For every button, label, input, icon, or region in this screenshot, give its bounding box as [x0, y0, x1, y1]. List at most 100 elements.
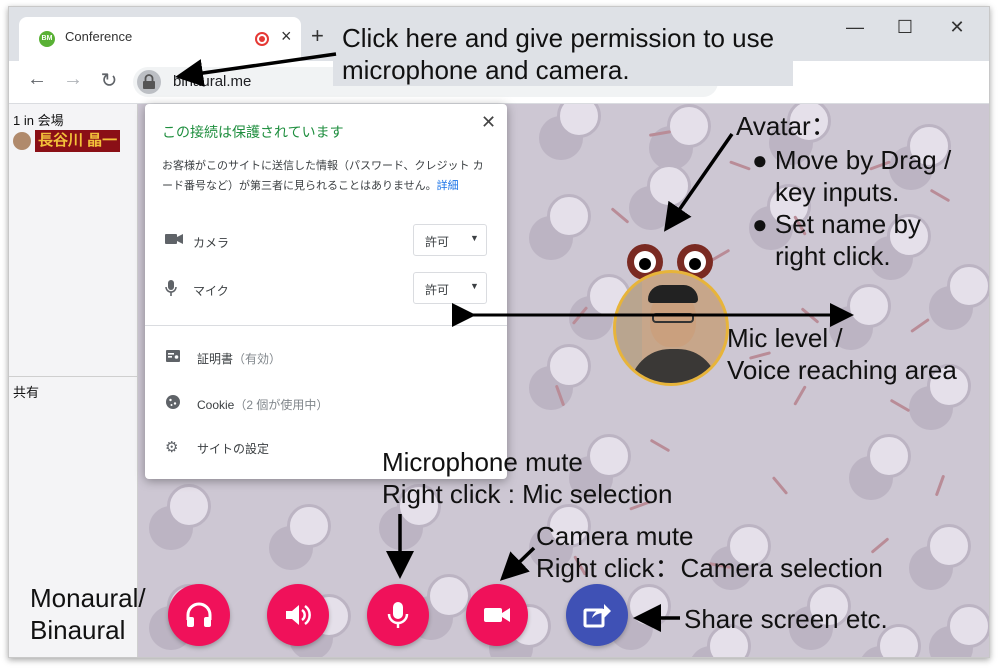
camera-permission-value: 許可	[425, 235, 450, 249]
participant-name: 長谷川 晶一	[35, 130, 121, 152]
permission-mic-row: マイク 許可 ▼	[145, 270, 507, 310]
mic-level-annotation-line1: Mic level /	[727, 323, 843, 353]
videocam-icon	[165, 232, 183, 248]
connection-secure-title: この接続は保護されています	[162, 124, 344, 140]
mic-level-annotation-line2: Voice reaching area	[727, 355, 957, 385]
bg-dash	[910, 317, 930, 334]
mic-permission-value: 許可	[425, 283, 450, 297]
bg-ring	[947, 264, 989, 308]
monaural-annotation-line2: Binaural	[30, 615, 126, 645]
camera-mute-annotation-line1: Camera mute	[536, 521, 694, 551]
bg-ring	[287, 504, 331, 548]
maximize-icon[interactable]: ☐	[895, 17, 915, 38]
permission-annotation-line1: Click here and give permission to use	[342, 23, 775, 53]
bg-ring	[547, 194, 591, 238]
camera-mute-annotation-line2: Right click：Camera selection	[536, 553, 883, 583]
gear-icon: ⚙	[165, 439, 179, 456]
bg-ring	[647, 164, 691, 208]
minimize-icon[interactable]: —	[845, 17, 865, 38]
site-settings-label: サイトの設定	[197, 442, 270, 456]
participants-panel: 1 in 会場 長谷川 晶一 共有	[9, 104, 138, 657]
bg-ring	[947, 604, 989, 648]
camera-mute-button[interactable]	[466, 584, 528, 646]
tab-title: Conference	[65, 29, 133, 44]
connection-description: お客様がこのサイトに送信した情報（パスワード、クレジット カード番号など）が第三…	[162, 156, 492, 196]
monaural-annotation-line1: Monaural/	[30, 583, 146, 613]
headphones-icon	[186, 602, 212, 627]
avatar-annotation-title: Avatar：	[736, 111, 837, 141]
bg-dash	[929, 188, 951, 203]
back-icon[interactable]: ←	[25, 68, 49, 91]
user-avatar[interactable]	[609, 244, 733, 394]
bg-ring	[867, 434, 911, 478]
videocam-icon	[484, 608, 510, 622]
certificate-label: 証明書	[197, 352, 234, 366]
bg-ring	[547, 344, 591, 388]
certificate-row[interactable]: 証明書（有効）	[145, 342, 507, 372]
bg-ring	[587, 434, 631, 478]
cookie-count: （2 個が使用中）	[234, 398, 329, 412]
bg-dash	[729, 160, 751, 171]
avatar-annotation-b2-line2: right click.	[775, 241, 891, 271]
bg-dash	[793, 385, 807, 406]
bg-ring	[167, 484, 211, 528]
forward-icon[interactable]: →	[61, 68, 85, 91]
headphones-button[interactable]	[168, 584, 230, 646]
bg-ring	[627, 584, 671, 628]
mic-mute-annotation-line2: Right click : Mic selection	[382, 479, 673, 509]
permission-annotation-line2: microphone and camera.	[342, 55, 630, 85]
tab-close-icon[interactable]: ×	[281, 26, 292, 47]
mic-icon	[165, 280, 177, 299]
divider	[9, 376, 137, 377]
permission-camera-row: カメラ 許可 ▼	[145, 222, 507, 262]
divider	[145, 325, 507, 326]
bg-ring	[427, 574, 471, 618]
mic-label: マイク	[193, 284, 229, 298]
site-info-popup: この接続は保護されています ✕ お客様がこのサイトに送信した情報（パスワード、ク…	[145, 104, 507, 479]
camera-label: カメラ	[193, 236, 230, 250]
participant-row[interactable]: 長谷川 晶一	[13, 130, 137, 152]
mic-permission-select[interactable]: 許可 ▼	[413, 272, 487, 304]
avatar-annotation-b1-line1: ● Move by Drag /	[752, 145, 952, 175]
camera-permission-select[interactable]: 許可 ▼	[413, 224, 487, 256]
mic-icon	[387, 602, 409, 628]
volume-icon	[286, 604, 311, 626]
bg-dash	[649, 438, 671, 453]
description-text: お客様がこのサイトに送信した情報（パスワード、クレジット カード番号など）が第三…	[162, 160, 484, 192]
cookie-row[interactable]: Cookie（2 個が使用中）	[145, 388, 507, 418]
bg-ring	[927, 524, 971, 568]
avatar-video	[613, 270, 729, 386]
participant-count: 1 in 会場	[13, 113, 64, 128]
bg-dash	[889, 398, 911, 413]
new-tab-icon[interactable]: +	[311, 25, 324, 47]
details-link[interactable]: 詳細	[437, 180, 459, 192]
cookie-label: Cookie	[197, 398, 235, 412]
avatar	[13, 132, 31, 150]
bg-dash	[771, 476, 789, 495]
share-screen-button[interactable]	[566, 584, 628, 646]
popup-close-icon[interactable]: ✕	[481, 112, 496, 133]
tab-conference[interactable]: BM Conference ×	[19, 17, 301, 61]
bg-dash	[934, 474, 946, 497]
chevron-down-icon: ▼	[470, 281, 479, 291]
bg-ring	[667, 104, 711, 148]
frog-favicon-icon: BM	[39, 31, 55, 47]
share-section-label: 共有	[13, 385, 40, 400]
cookie-icon	[165, 394, 181, 414]
mic-mute-button[interactable]	[367, 584, 429, 646]
share-icon	[583, 604, 611, 628]
bg-dash	[610, 207, 630, 224]
recording-icon	[255, 32, 269, 46]
share-screen-annotation: Share screen etc.	[684, 604, 888, 634]
window-close-icon[interactable]: ✕	[947, 17, 967, 38]
reload-icon[interactable]: ↻	[97, 68, 121, 93]
url-text[interactable]: binaural.me	[173, 73, 251, 90]
lock-icon[interactable]	[137, 70, 161, 94]
bg-ring	[847, 284, 891, 328]
speaker-button[interactable]	[267, 584, 329, 646]
certificate-status: （有効）	[233, 352, 282, 366]
avatar-annotation-b2-line1: ● Set name by	[752, 209, 921, 239]
mic-mute-annotation-line1: Microphone mute	[382, 447, 583, 477]
certificate-icon	[165, 348, 181, 368]
chevron-down-icon: ▼	[470, 233, 479, 243]
